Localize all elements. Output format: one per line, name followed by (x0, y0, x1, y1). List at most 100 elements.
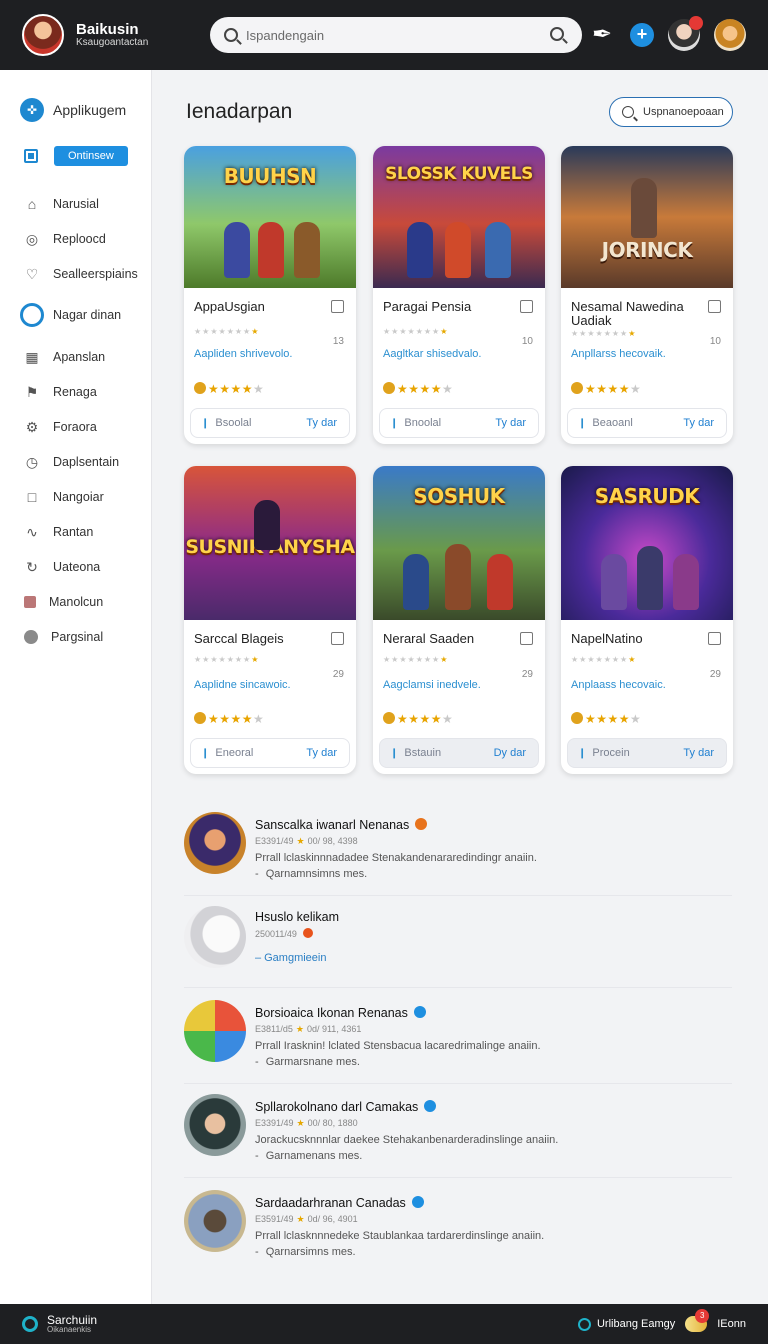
card-description[interactable]: Aapliden shrivevolo. (194, 348, 292, 360)
sidebar-item-reploocd[interactable]: ◎ Reploocd (0, 221, 151, 256)
sidebar-item-uateona[interactable]: ↻ Uateona (0, 549, 151, 584)
list-subtext: Qarnamnsimns mes. (255, 868, 367, 880)
small-stars: ★★★★★★★★ (383, 655, 449, 664)
list-item[interactable]: Spllarokolnano darl Camakas E3391/49 ★ 00/… (184, 1090, 732, 1178)
bookmark-checkbox[interactable] (520, 632, 533, 645)
top-bar: Baikusin Ksaugoantactan ✒ + (0, 0, 768, 70)
box-icon (24, 595, 36, 608)
sidebar-item-nagar-dinan[interactable]: Nagar dinan (0, 291, 151, 339)
secondary-button[interactable]: Beaoanl (578, 417, 632, 429)
list-description: Prrall Irasknin! lclated Stensbacua laca… (255, 1040, 541, 1052)
filter-search-button[interactable]: Uspnanoepoaan (609, 97, 733, 127)
rating-stars: ★★★★★ (571, 382, 641, 396)
user-avatar[interactable] (668, 16, 703, 51)
secondary-button[interactable]: Procein (578, 747, 629, 759)
card-description[interactable]: Anplaass hecovaic. (571, 679, 666, 691)
cover-title: SASRUDK (594, 484, 700, 508)
secondary-button[interactable]: Bstauin (390, 747, 441, 759)
filter-search-label: Uspnanoepoaan (643, 106, 724, 118)
sidebar-header[interactable]: ✜ Applikugem (0, 70, 151, 122)
secondary-button[interactable]: Bnoolal (390, 417, 441, 429)
sidebar-item-label: Nagar dinan (53, 308, 122, 322)
card-count: 29 (521, 669, 533, 680)
status-label[interactable]: Urlibang Eamgy (597, 1318, 675, 1330)
feather-icon[interactable]: ✒ (588, 21, 616, 49)
sidebar-item-daplsentain[interactable]: ◷ Daplsentain (0, 444, 151, 479)
overview-pill[interactable]: Ontinsew (54, 146, 128, 166)
sidebar-item-manolcun[interactable]: Manolcun (0, 584, 151, 619)
search-bar[interactable] (210, 17, 582, 53)
app-logo-icon: ✜ (20, 98, 44, 122)
verified-badge-icon (424, 1100, 437, 1112)
card-description[interactable]: Aagltkar shisedvalo. (383, 348, 481, 360)
game-card[interactable]: SUSNIK ANYSHA Sarccal Blageis ★★★★★★★★ 2… (184, 466, 356, 774)
list-description: Prrall lclaskinnnadadee Stenakandenarare… (255, 852, 537, 864)
rating-stars: ★★★★★ (383, 382, 453, 396)
bookmark-checkbox[interactable] (520, 300, 533, 313)
sidebar-item-label: Reploocd (53, 231, 106, 246)
small-stars: ★★★★★★★★ (383, 327, 449, 336)
card-description[interactable]: Anpllarss hecovaik. (571, 348, 666, 360)
game-card[interactable]: SASRUDK NapelNatino ★★★★★★★★ 29 Anplaass… (561, 466, 733, 774)
list-item[interactable]: Sanscalka iwanarl Nenanas E3391/49 ★ 00/ 9… (184, 808, 732, 896)
card-description[interactable]: Aaplidne sincawoic. (194, 679, 291, 691)
list-avatar (184, 1190, 246, 1252)
small-stars: ★★★★★★★★ (571, 655, 637, 664)
sidebar-item-apanslan[interactable]: ▦ Apanslan (0, 339, 151, 374)
small-stars: ★★★★★★★★ (194, 655, 260, 664)
search-input[interactable] (246, 27, 536, 43)
coin-icon[interactable]: 3 (685, 1309, 710, 1332)
account-label[interactable]: IEonn (717, 1318, 746, 1330)
secondary-button[interactable]: Eneoral (201, 747, 253, 759)
coin-icon (571, 712, 583, 724)
game-card[interactable]: JORINCK Nesamal Nawedina Uadiak ★★★★★★★★… (561, 146, 733, 444)
sidebar-item-pargsinal[interactable]: Pargsinal (0, 619, 151, 654)
try-button[interactable]: Ty dar (306, 747, 337, 759)
brand-avatar[interactable] (22, 14, 64, 56)
game-card[interactable]: BUUHSN AppaUsgian ★★★★★★★★ 13 Aapliden s… (184, 146, 356, 444)
sidebar-item-narusial[interactable]: ⌂ Narusial (0, 186, 151, 221)
clock-icon: ◷ (25, 453, 39, 470)
footer-logo-icon (22, 1316, 38, 1332)
try-button[interactable]: Ty dar (495, 417, 526, 429)
rating-stars: ★★★★★ (194, 382, 264, 396)
small-stars: ★★★★★★★★ (194, 327, 260, 336)
game-cover-image: SLOSSK KUVELS (373, 146, 545, 288)
try-button[interactable]: Dy dar (494, 747, 526, 759)
try-button[interactable]: Ty dar (683, 417, 714, 429)
list-link[interactable]: Gamgmieein (255, 952, 326, 964)
list-item[interactable]: Borsioaica Ikonan Renanas E3811/d5 ★ 0d/ 9… (184, 996, 732, 1084)
list-meta: E3811/d5 ★ 0d/ 911, 4361 (255, 1024, 362, 1034)
sidebar-item-foraora[interactable]: ⚙ Foraora (0, 409, 151, 444)
sidebar-item-label: Nangoiar (53, 489, 104, 504)
bookmark-checkbox[interactable] (708, 632, 721, 645)
sidebar-item-nangoiar[interactable]: □ Nangoiar (0, 479, 151, 514)
list-item[interactable]: Sardaadarhranan Canadas E3591/49 ★ 0d/ 96,… (184, 1186, 732, 1274)
footer-brand-subtitle: Oikanaenkis (47, 1325, 92, 1334)
sidebar-item-sealleerspiains[interactable]: ♡ Sealleerspiains (0, 256, 151, 291)
secondary-button[interactable]: Bsoolal (201, 417, 251, 429)
sidebar-item-label: Sealleerspiains (53, 266, 138, 281)
coin-badge: 3 (695, 1309, 710, 1323)
plus-icon[interactable]: + (630, 23, 654, 47)
game-card[interactable]: SOSHUK Neraral Saaden ★★★★★★★★ 29 Aagcla… (373, 466, 545, 774)
try-button[interactable]: Ty dar (683, 747, 714, 759)
bookmark-checkbox[interactable] (331, 300, 344, 313)
page-title: Ienadarpan (186, 100, 293, 123)
heart-icon: ♡ (25, 265, 39, 282)
sidebar-item-renaga[interactable]: ⚑ Renaga (0, 374, 151, 409)
bookmark-checkbox[interactable] (331, 632, 344, 645)
profile-avatar[interactable] (714, 19, 746, 51)
list-item[interactable]: Hsuslo kelikam 250011/49 Gamgmieein (184, 900, 732, 988)
card-description[interactable]: Aagclamsi inedvele. (383, 679, 481, 691)
rating-stars: ★★★★★ (194, 712, 264, 726)
footer-brand[interactable]: Sarchuiin Oikanaenkis (47, 1314, 97, 1334)
bookmark-checkbox[interactable] (708, 300, 721, 313)
search-icon (224, 28, 238, 42)
try-button[interactable]: Ty dar (306, 417, 337, 429)
search-submit-icon[interactable] (550, 27, 564, 41)
sidebar-item-rantan[interactable]: ∿ Rantan (0, 514, 151, 549)
sidebar-overview-row[interactable]: Ontinsew (0, 122, 151, 166)
game-card[interactable]: SLOSSK KUVELS Paragai Pensia ★★★★★★★★ 10… (373, 146, 545, 444)
list-subtext: Garnamenans mes. (255, 1150, 363, 1162)
